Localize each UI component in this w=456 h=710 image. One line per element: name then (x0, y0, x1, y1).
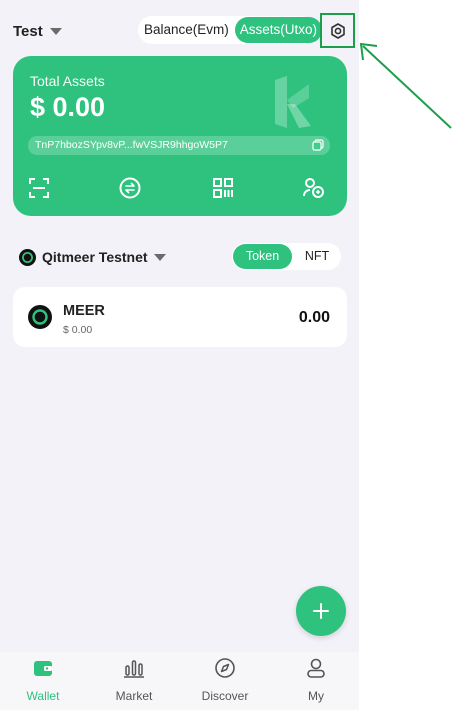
asset-type-toggle: Token NFT (232, 243, 341, 270)
bottom-nav: Wallet Market Discover My (0, 652, 359, 710)
mode-switch: Balance(Evm) Assets(Utxo) (138, 16, 323, 44)
swap-icon[interactable] (118, 176, 142, 200)
settings-highlight-box (320, 13, 355, 48)
tab-token[interactable]: Token (233, 244, 292, 269)
total-assets-amount: $ 0.00 (30, 92, 106, 122)
top-bar: Test Balance(Evm) Assets(Utxo) (0, 0, 359, 60)
user-icon (307, 658, 325, 678)
copy-icon[interactable] (312, 139, 324, 151)
wallet-screen: Test Balance(Evm) Assets(Utxo) Total Ass… (0, 0, 359, 710)
wallet-icon (34, 661, 52, 676)
annotation-arrow-icon (359, 42, 452, 129)
add-token-button[interactable] (296, 586, 346, 636)
caret-down-icon (153, 253, 166, 261)
plus-icon (313, 603, 329, 619)
network-name: Qitmeer Testnet (42, 249, 148, 265)
card-actions (13, 176, 347, 200)
mode-assets-utxo[interactable]: Assets(Utxo) (234, 17, 323, 43)
mode-balance-evm[interactable]: Balance(Evm) (138, 16, 235, 44)
nav-market[interactable]: Market (99, 657, 169, 707)
accounts-icon[interactable] (302, 176, 326, 200)
nav-discover[interactable]: Discover (190, 657, 260, 707)
nav-label-wallet: Wallet (26, 689, 60, 703)
nav-label-discover: Discover (201, 689, 249, 703)
wallet-name: Test (13, 22, 43, 40)
nav-wallet[interactable]: Wallet (8, 657, 78, 707)
network-selector[interactable]: Qitmeer Testnet (19, 246, 166, 268)
qr-icon[interactable] (211, 176, 235, 200)
network-logo-icon (19, 248, 36, 266)
market-icon (124, 660, 144, 678)
total-assets-card: Total Assets $ 0.00 TnP7hbozSYpv8vP...fw… (13, 56, 347, 216)
meer-token-icon (28, 305, 52, 329)
token-symbol: MEER (63, 303, 105, 319)
address-pill[interactable]: TnP7hbozSYpv8vP...fwVSJR9hhgoW5P7 (28, 136, 330, 155)
nav-label-my: My (308, 689, 324, 703)
token-fiat-value: $ 0.00 (63, 324, 93, 336)
brand-logo-icon (275, 76, 311, 128)
wallet-selector[interactable]: Test (13, 20, 62, 42)
token-balance: 0.00 (298, 309, 330, 326)
token-row[interactable]: MEER $ 0.00 0.00 (13, 287, 347, 347)
nav-label-market: Market (115, 689, 153, 703)
tab-nft[interactable]: NFT (294, 244, 340, 269)
total-assets-label: Total Assets (30, 73, 105, 89)
caret-down-icon (49, 27, 62, 35)
nav-my[interactable]: My (281, 657, 351, 707)
compass-icon (215, 658, 235, 678)
scan-icon[interactable] (27, 176, 51, 200)
wallet-address: TnP7hbozSYpv8vP...fwVSJR9hhgoW5P7 (35, 139, 228, 151)
